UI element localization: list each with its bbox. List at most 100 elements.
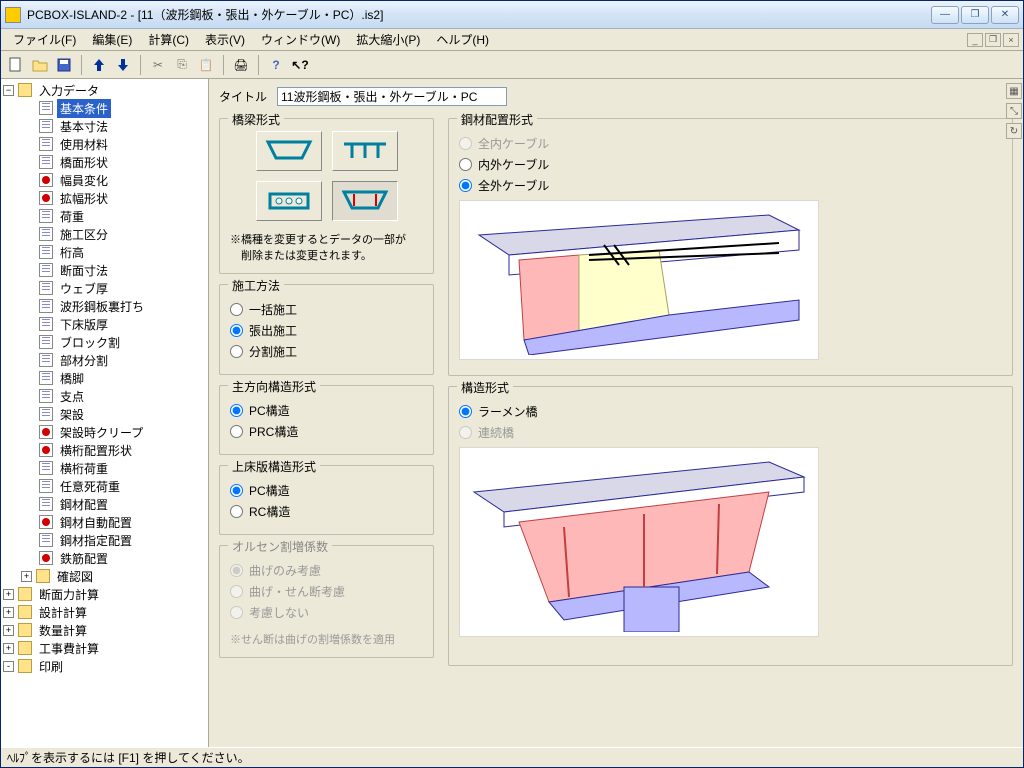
tree-folder[interactable]: +設計計算 (3, 603, 206, 621)
paste-button[interactable]: 📋 (195, 54, 217, 76)
tree-item[interactable]: 拡幅形状 (3, 189, 206, 207)
title-label: タイトル (219, 88, 267, 105)
copy-button[interactable]: ⎘ (171, 54, 193, 76)
construction-radio[interactable] (230, 345, 243, 358)
expand-icon[interactable]: + (21, 571, 32, 582)
expand-icon[interactable]: − (3, 85, 14, 96)
olsen-label: 曲げのみ考慮 (249, 562, 321, 579)
menu-calc[interactable]: 計算(C) (140, 29, 197, 50)
tree-item[interactable]: 施工区分 (3, 225, 206, 243)
cut-button[interactable]: ✂ (147, 54, 169, 76)
tree-item[interactable]: 鉄筋配置 (3, 549, 206, 567)
expand-icon[interactable]: + (3, 625, 14, 636)
document-icon (39, 281, 53, 295)
upperstruct-radio[interactable] (230, 484, 243, 497)
steel-radio[interactable] (459, 179, 472, 192)
context-help-button[interactable]: ↖? (289, 54, 311, 76)
tree-item[interactable]: 鋼材指定配置 (3, 531, 206, 549)
tree-item[interactable]: 架設 (3, 405, 206, 423)
expand-icon[interactable]: + (3, 589, 14, 600)
tree-item[interactable]: ウェブ厚 (3, 279, 206, 297)
down-arrow-button[interactable] (112, 54, 134, 76)
tree-item[interactable]: 荷重 (3, 207, 206, 225)
tree-item[interactable]: 横桁荷重 (3, 459, 206, 477)
tree-item-label: 橋面形状 (57, 153, 111, 172)
construction-radio[interactable] (230, 303, 243, 316)
tree-item[interactable]: 橋脚 (3, 369, 206, 387)
refresh-button[interactable]: ↻ (1006, 123, 1022, 139)
shape-multi-button[interactable] (256, 181, 322, 221)
steel-radio[interactable] (459, 158, 472, 171)
help-button[interactable]: ? (265, 54, 287, 76)
close-button[interactable]: ✕ (991, 6, 1019, 24)
tree-item-label: 支点 (57, 387, 87, 406)
print-button[interactable]: 🖨 (230, 54, 252, 76)
tree-item[interactable]: 桁高 (3, 243, 206, 261)
menu-zoom[interactable]: 拡大縮小(P) (348, 29, 428, 50)
tree-item[interactable]: 橋面形状 (3, 153, 206, 171)
tree-item-label: 幅員変化 (57, 171, 111, 190)
tree-item[interactable]: 基本条件 (3, 99, 206, 117)
tree-item[interactable]: 幅員変化 (3, 171, 206, 189)
expand-icon[interactable]: - (3, 661, 14, 672)
tree-item[interactable]: 任意死荷重 (3, 477, 206, 495)
open-button[interactable] (29, 54, 51, 76)
tree-panel[interactable]: − 入力データ 基本条件基本寸法使用材料橋面形状幅員変化拡幅形状荷重施工区分桁高… (1, 79, 209, 747)
up-arrow-button[interactable] (88, 54, 110, 76)
tree-item[interactable]: 部材分割 (3, 351, 206, 369)
mdi-restore-button[interactable]: ❐ (985, 33, 1001, 47)
maximize-button[interactable]: ❐ (961, 6, 989, 24)
title-input[interactable] (277, 87, 507, 106)
menu-file[interactable]: ファイル(F) (5, 29, 84, 50)
upperstruct-radio[interactable] (230, 505, 243, 518)
menu-window[interactable]: ウィンドウ(W) (253, 29, 348, 50)
tree-folder[interactable]: +確認図 (3, 567, 206, 585)
tree-item[interactable]: ブロック割 (3, 333, 206, 351)
shape-tee-button[interactable] (332, 131, 398, 171)
shape-corrugated-button[interactable] (332, 181, 398, 221)
tree-item[interactable]: 横桁配置形状 (3, 441, 206, 459)
construction-radio[interactable] (230, 324, 243, 337)
save-button[interactable] (53, 54, 75, 76)
mainstruct-radio[interactable] (230, 404, 243, 417)
menu-view[interactable]: 表示(V) (197, 29, 253, 50)
folder-icon (18, 641, 32, 655)
expand-button[interactable]: ⤡ (1006, 103, 1022, 119)
menu-help[interactable]: ヘルプ(H) (428, 29, 497, 50)
document-icon (39, 371, 53, 385)
minimize-button[interactable]: — (931, 6, 959, 24)
tree-item[interactable]: 支点 (3, 387, 206, 405)
tree-folder[interactable]: +数量計算 (3, 621, 206, 639)
construction-legend: 施工方法 (228, 277, 284, 294)
construction-group: 施工方法 一括施工張出施工分割施工 (219, 284, 434, 375)
titlebar: PCBOX-ISLAND-2 - [11（波形鋼板・張出・外ケーブル・PC）.i… (1, 1, 1023, 29)
tree-item[interactable]: 使用材料 (3, 135, 206, 153)
tree-folder[interactable]: +工事費計算 (3, 639, 206, 657)
menu-edit[interactable]: 編集(E) (84, 29, 140, 50)
mdi-close-button[interactable]: × (1003, 33, 1019, 47)
tree-item[interactable]: 鋼材配置 (3, 495, 206, 513)
expand-icon[interactable]: + (3, 643, 14, 654)
tree-root[interactable]: − 入力データ (3, 81, 206, 99)
tree-item[interactable]: 断面寸法 (3, 261, 206, 279)
tree-folder[interactable]: +断面力計算 (3, 585, 206, 603)
tree-item[interactable]: 下床版厚 (3, 315, 206, 333)
document-icon (39, 227, 53, 241)
mdi-minimize-button[interactable]: _ (967, 33, 983, 47)
new-button[interactable] (5, 54, 27, 76)
shape-box-button[interactable] (256, 131, 322, 171)
structtype-radio[interactable] (459, 405, 472, 418)
mainstruct-radio[interactable] (230, 425, 243, 438)
olsen-group: オルセン割増係数 曲げのみ考慮曲げ・せん断考慮考慮しない ※せん断は曲げの割増係… (219, 545, 434, 658)
tree-item-label: 架設 (57, 405, 87, 424)
tree-item[interactable]: 鋼材自動配置 (3, 513, 206, 531)
expand-icon[interactable]: + (3, 607, 14, 618)
main-struct-legend: 主方向構造形式 (228, 378, 320, 395)
tree-item[interactable]: 波形鋼板裏打ち (3, 297, 206, 315)
steel-label: 全内ケーブル (478, 135, 549, 152)
tree-item[interactable]: 架設時クリープ (3, 423, 206, 441)
tree-folder[interactable]: -印刷 (3, 657, 206, 675)
grid-snap-button[interactable]: ▦ (1006, 83, 1022, 99)
tree-item[interactable]: 基本寸法 (3, 117, 206, 135)
folder-icon (18, 587, 32, 601)
